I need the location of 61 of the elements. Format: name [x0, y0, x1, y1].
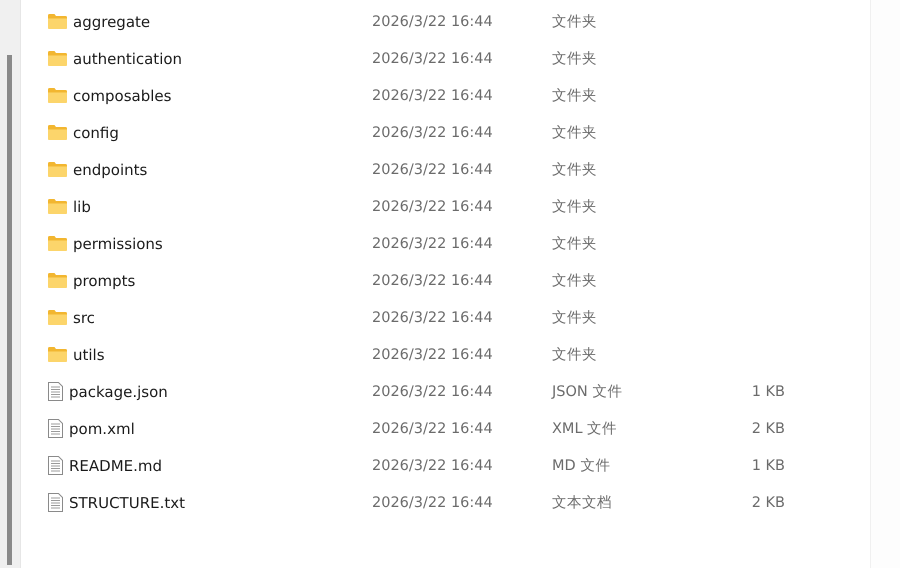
file-type: 文件夹 [552, 87, 598, 105]
file-size: 2 KB [752, 420, 785, 436]
file-type: 文件夹 [552, 235, 598, 253]
modified-date: 2026/3/22 16:44 [372, 458, 494, 474]
folder-icon [48, 199, 67, 214]
document-icon [48, 419, 63, 438]
file-type: 文件夹 [552, 272, 598, 290]
modified-date: 2026/3/22 16:44 [372, 272, 494, 288]
file-type: XML 文件 [552, 420, 618, 438]
folder-icon [48, 88, 67, 103]
folder-icon [48, 51, 67, 66]
file-name[interactable]: pom.xml [69, 420, 135, 438]
file-name[interactable]: config [73, 124, 119, 142]
folder-icon [48, 273, 67, 288]
file-size: 2 KB [752, 494, 785, 510]
file-type: 文件夹 [552, 161, 598, 179]
file-name[interactable]: src [73, 308, 95, 326]
modified-date: 2026/3/22 16:44 [372, 124, 494, 140]
file-type: 文件夹 [552, 198, 598, 216]
scrollbar-thumb[interactable] [7, 55, 12, 565]
modified-date: 2026/3/22 16:44 [372, 420, 494, 436]
modified-date: 2026/3/22 16:44 [372, 494, 494, 510]
modified-date: 2026/3/22 16:44 [372, 162, 494, 178]
modified-date: 2026/3/22 16:44 [372, 346, 494, 362]
file-name[interactable]: lib [73, 198, 91, 216]
file-type: 文件夹 [552, 50, 598, 68]
modified-date: 2026/3/22 16:44 [372, 384, 494, 400]
document-icon [48, 456, 63, 475]
file-name[interactable]: aggregate [73, 12, 150, 30]
file-type: MD 文件 [552, 457, 612, 475]
folder-icon [48, 347, 67, 362]
file-type: 文本文档 [552, 494, 613, 512]
file-name[interactable]: permissions [73, 234, 163, 252]
file-name[interactable]: prompts [73, 272, 136, 290]
modified-date: 2026/3/22 16:44 [372, 14, 494, 30]
folder-icon [48, 162, 67, 177]
file-name[interactable]: authentication [73, 50, 182, 68]
file-name[interactable]: README.md [69, 456, 162, 474]
modified-date: 2026/3/22 16:44 [372, 88, 494, 104]
folder-icon [48, 236, 67, 251]
modified-date: 2026/3/22 16:44 [372, 198, 494, 214]
file-type: 文件夹 [552, 309, 598, 327]
file-type: 文件夹 [552, 346, 598, 364]
document-icon [48, 493, 63, 512]
file-size: 1 KB [752, 458, 785, 474]
file-type: JSON 文件 [552, 383, 624, 401]
file-name[interactable]: package.json [69, 382, 168, 400]
folder-icon [48, 310, 67, 325]
document-icon [48, 382, 63, 401]
file-type: 文件夹 [552, 13, 598, 31]
file-name[interactable]: utils [73, 346, 105, 364]
modified-date: 2026/3/22 16:44 [372, 310, 494, 326]
file-type: 文件夹 [552, 124, 598, 142]
file-size: 1 KB [752, 384, 785, 400]
file-name[interactable]: STRUCTURE.txt [69, 494, 186, 512]
folder-icon [48, 125, 67, 140]
modified-date: 2026/3/22 16:44 [372, 50, 494, 66]
file-name[interactable]: endpoints [73, 160, 148, 178]
file-name[interactable]: composables [73, 86, 172, 104]
modified-date: 2026/3/22 16:44 [372, 236, 494, 252]
folder-icon [48, 14, 67, 29]
